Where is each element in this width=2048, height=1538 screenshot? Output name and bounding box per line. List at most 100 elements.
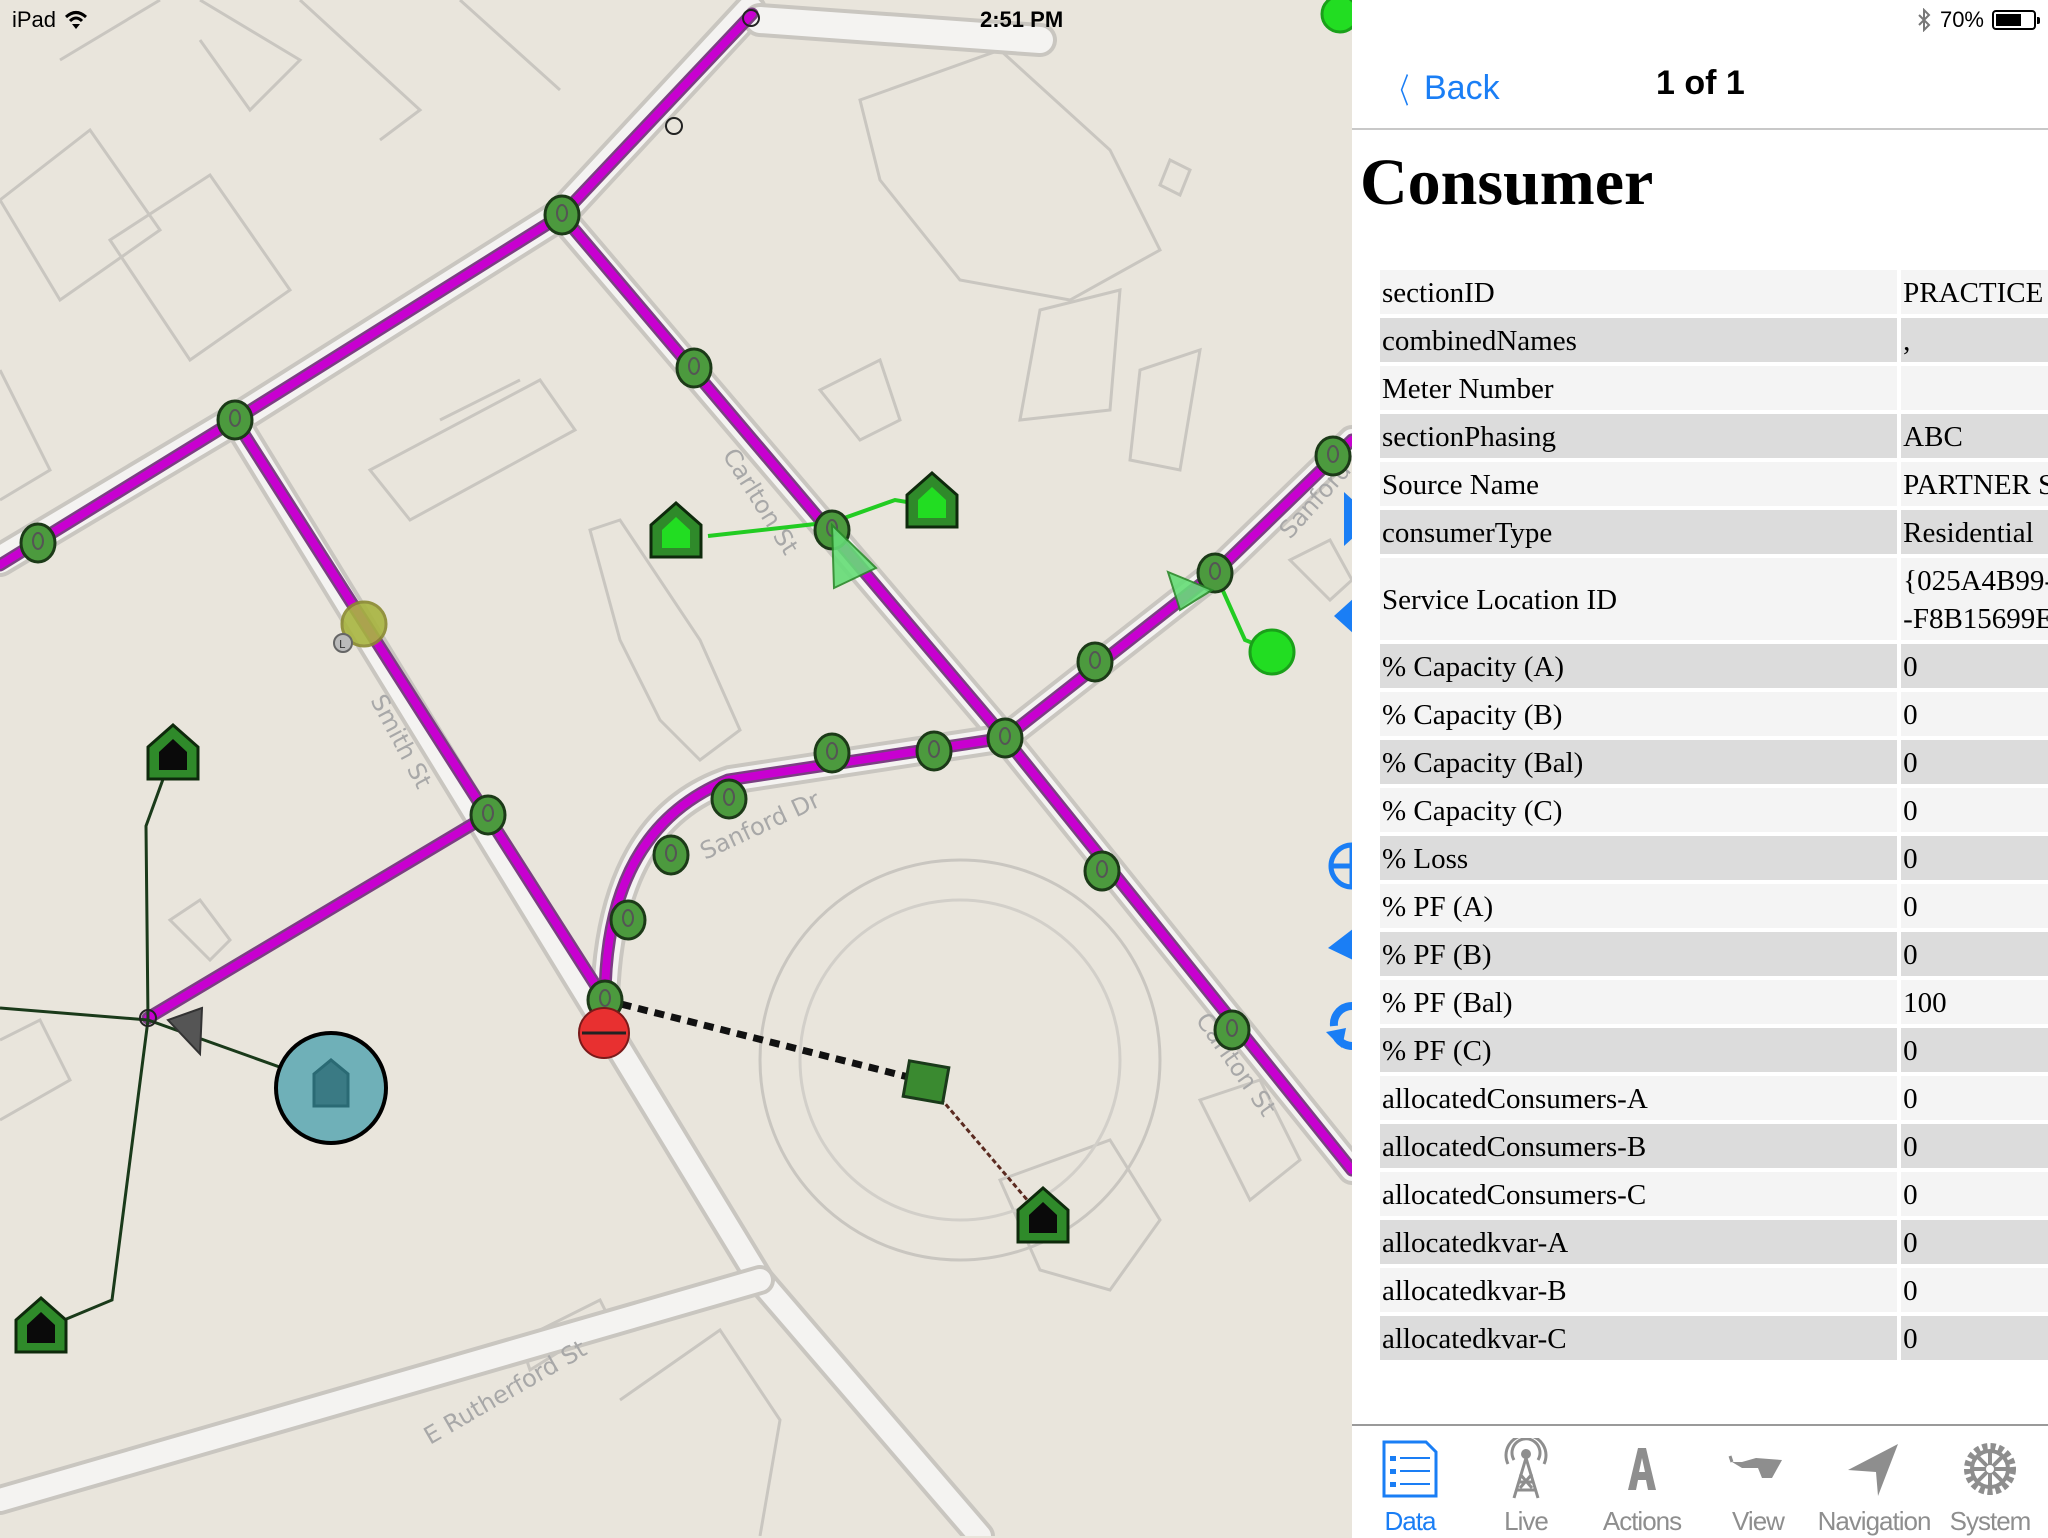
collapse-panel-arrow[interactable] xyxy=(1330,585,1352,647)
attribute-value xyxy=(1901,366,2048,410)
attribute-row: sectionIDPRACTICE FIELD #2 xyxy=(1380,270,2048,314)
pager-label: 1 of 1 xyxy=(1656,64,1745,102)
tab-actions[interactable]: Actions xyxy=(1584,1426,1700,1538)
attribute-row: sectionPhasing ABC xyxy=(1380,414,2048,458)
navigate-arrow-icon[interactable] xyxy=(1322,918,1352,978)
attribute-value: 0 xyxy=(1901,788,2048,832)
pole-marker[interactable] xyxy=(710,778,748,820)
attribute-row: Meter Number xyxy=(1380,366,2048,410)
pole-marker[interactable] xyxy=(216,399,254,441)
tab-label: System xyxy=(1949,1506,2032,1536)
pole-marker[interactable] xyxy=(1076,641,1114,683)
attribute-value: 0 xyxy=(1901,1076,2048,1120)
attribute-key: % Loss xyxy=(1380,836,1898,880)
attribute-row: allocatedConsumers-B 0 xyxy=(1380,1124,2048,1168)
pole-marker[interactable] xyxy=(19,522,57,564)
open-node-marker[interactable] xyxy=(665,117,683,135)
attribute-key: allocatedConsumers-C xyxy=(1380,1172,1898,1216)
attribute-value: 0 xyxy=(1901,1172,2048,1216)
gear-icon xyxy=(1964,1443,2016,1495)
list-icon xyxy=(1382,1440,1438,1498)
tab-label: Actions xyxy=(1602,1506,1682,1536)
tab-bar: Data Live Actions View Navigation System xyxy=(1352,1424,2048,1538)
tab-system[interactable]: System xyxy=(1932,1426,2048,1538)
attribute-key: allocatedkvar-C xyxy=(1380,1316,1898,1360)
attribute-value: ABC xyxy=(1901,414,2048,458)
consumer-house-marker[interactable] xyxy=(649,501,703,559)
crosshair-icon[interactable] xyxy=(1326,840,1352,892)
attribute-row: allocatedkvar-A 0 xyxy=(1380,1220,2048,1264)
pole-marker[interactable] xyxy=(813,732,851,774)
attribute-value: Residential xyxy=(1901,510,2048,554)
transformer-marker[interactable] xyxy=(166,1006,204,1057)
back-label: Back xyxy=(1424,69,1500,107)
antenna-tower-icon xyxy=(1504,1438,1548,1499)
attribute-table: sectionIDPRACTICE FIELD #2combinedNames,… xyxy=(1380,266,2048,1364)
attribute-row: % PF (Bal) 100 xyxy=(1380,980,2048,1024)
tab-label: View xyxy=(1732,1506,1785,1536)
pole-marker[interactable] xyxy=(1314,435,1352,477)
consumer-house-marker[interactable] xyxy=(14,1296,68,1354)
consumer-house-marker[interactable] xyxy=(146,723,200,781)
pole-marker[interactable] xyxy=(1213,1009,1251,1051)
pole-marker[interactable] xyxy=(543,194,581,236)
svg-text:L: L xyxy=(339,638,346,651)
attribute-row: % Capacity (A) 0 xyxy=(1380,644,2048,688)
attribute-key: % Capacity (C) xyxy=(1380,788,1898,832)
back-button[interactable]: 〈 Back xyxy=(1382,64,1500,113)
consumer-circle-marker[interactable] xyxy=(1248,628,1296,676)
pole-marker[interactable] xyxy=(1083,850,1121,892)
attribute-table-scroll[interactable]: sectionIDPRACTICE FIELD #2combinedNames,… xyxy=(1380,266,2048,1424)
tab-navigation[interactable]: Navigation xyxy=(1816,1426,1932,1538)
navigation-arrow-icon xyxy=(1848,1444,1898,1496)
pole-marker[interactable] xyxy=(675,347,713,389)
attribute-key: % PF (B) xyxy=(1380,932,1898,976)
tab-label: Live xyxy=(1504,1506,1549,1536)
attribute-key: Service Location ID xyxy=(1380,558,1898,640)
pole-marker[interactable] xyxy=(469,794,507,836)
map-view[interactable]: Smith St Carlton St Carlton St Sanford D… xyxy=(0,0,1352,1536)
attribute-value: 0 xyxy=(1901,1220,2048,1264)
selected-consumer-marker[interactable] xyxy=(274,1031,388,1145)
attribute-key: % Capacity (B) xyxy=(1380,692,1898,736)
pole-marker[interactable] xyxy=(915,730,953,772)
attribute-key: % PF (A) xyxy=(1380,884,1898,928)
attribute-value: PARTNER SUB xyxy=(1901,462,2048,506)
switch-device-marker[interactable] xyxy=(901,1059,951,1105)
attribute-value: 0 xyxy=(1901,692,2048,736)
pole-marker[interactable] xyxy=(609,899,647,941)
tab-label: Data xyxy=(1384,1506,1437,1536)
detail-panel: 〈 Back 1 of 1 Consumer sectionID PRACTICE… xyxy=(1352,0,2048,1538)
map-canvas[interactable]: Smith St Carlton St Carlton St Sanford D… xyxy=(0,0,1352,1536)
attribute-key: % Capacity (A) xyxy=(1380,644,1898,688)
attribute-row: % PF (C) 0 xyxy=(1380,1028,2048,1072)
tab-label: Navigation xyxy=(1817,1506,1932,1536)
refresh-icon[interactable] xyxy=(1322,998,1352,1054)
tab-data[interactable]: Data xyxy=(1352,1426,1468,1538)
consumer-house-marker[interactable] xyxy=(905,471,959,529)
attribute-row: allocatedkvar-C 0 xyxy=(1380,1316,2048,1360)
pole-marker[interactable] xyxy=(986,717,1024,759)
pole-marker[interactable] xyxy=(652,834,690,876)
attribute-key: combinedNames xyxy=(1380,318,1898,362)
attribute-row: Source NamePARTNER SUB xyxy=(1380,462,2048,506)
attribute-value: , xyxy=(1901,318,2048,362)
attribute-row: % Capacity (Bal) 0 xyxy=(1380,740,2048,784)
attribute-key: allocatedConsumers-A xyxy=(1380,1076,1898,1120)
open-switch-marker[interactable] xyxy=(578,1007,630,1059)
expand-panel-arrow[interactable] xyxy=(1340,488,1352,550)
consumer-circle-marker[interactable] xyxy=(1320,0,1352,34)
tab-live[interactable]: Live xyxy=(1468,1426,1584,1538)
chevron-left-icon: 〈 xyxy=(1388,73,1410,111)
sunglasses-icon xyxy=(1728,1455,1782,1478)
attribute-row: % Capacity (C) 0 xyxy=(1380,788,2048,832)
attribute-row: % PF (B) 0 xyxy=(1380,932,2048,976)
attribute-row: consumerType Residential xyxy=(1380,510,2048,554)
attribute-key: Meter Number xyxy=(1380,366,1898,410)
attribute-key: % PF (Bal) xyxy=(1380,980,1898,1024)
attribute-value: 0 xyxy=(1901,1316,2048,1360)
attribute-value: 0 xyxy=(1901,1268,2048,1312)
attribute-value: 0 xyxy=(1901,644,2048,688)
attribute-value: 0 xyxy=(1901,836,2048,880)
tab-view[interactable]: View xyxy=(1700,1426,1816,1538)
